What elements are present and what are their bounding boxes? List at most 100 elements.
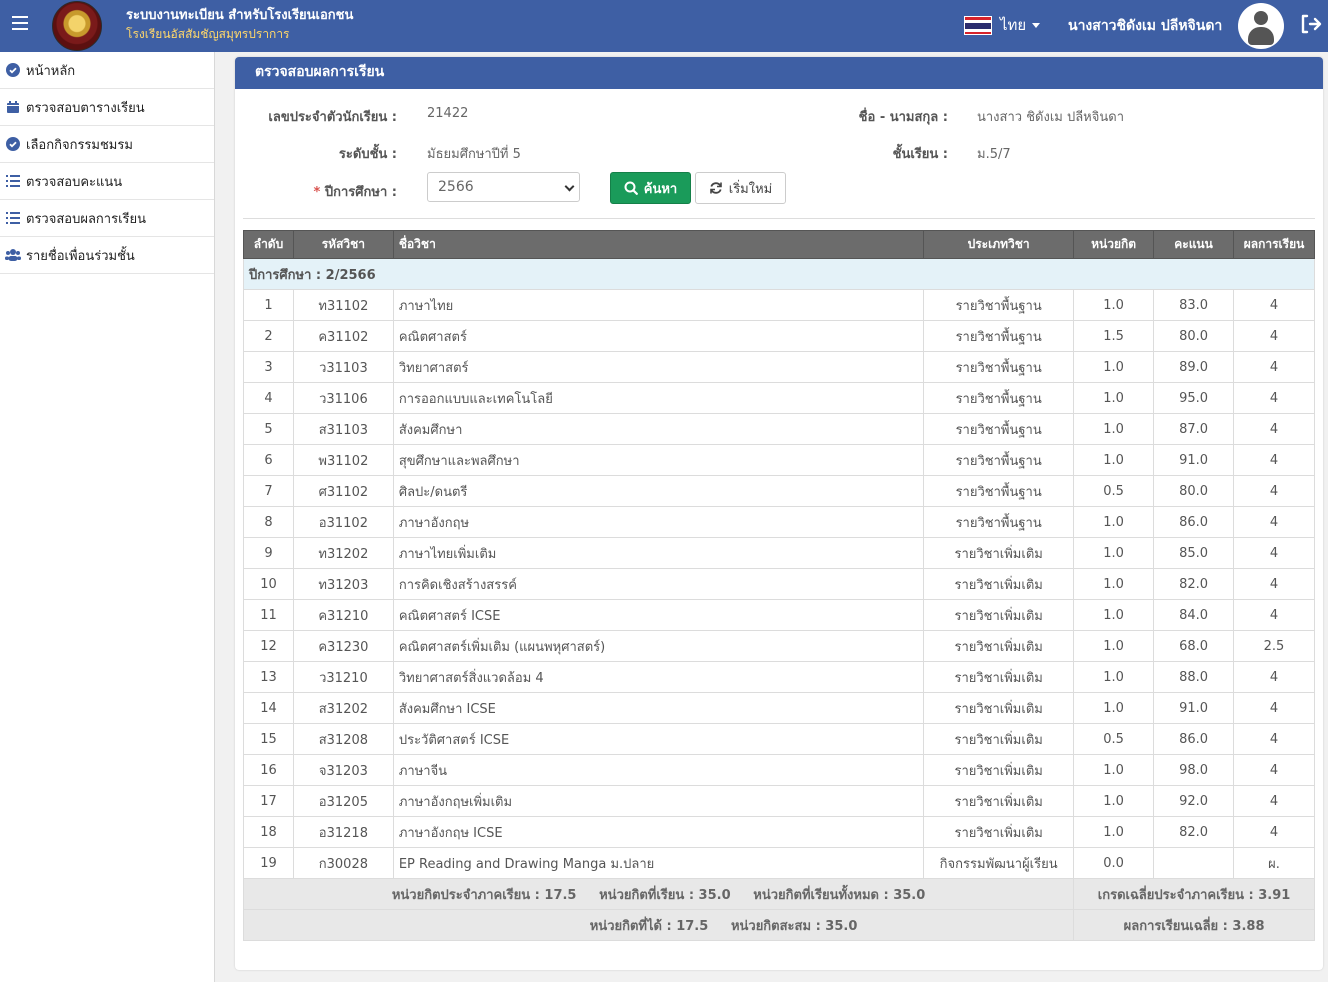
sidebar-item-label: เลือกกิจกรรมชมรม bbox=[26, 137, 133, 153]
table-header-row: ลำดับ รหัสวิชา ชื่อวิชา ประเภทวิชา หน่วย… bbox=[243, 230, 1315, 259]
row-index: 18 bbox=[243, 816, 294, 848]
refresh-icon bbox=[709, 182, 722, 194]
score: 82.0 bbox=[1153, 816, 1235, 848]
language-label: ไทย bbox=[1000, 16, 1027, 34]
grade: 2.5 bbox=[1233, 630, 1315, 662]
subject-type: รายวิชาพื้นฐาน bbox=[923, 444, 1075, 476]
credits: 1.0 bbox=[1073, 444, 1155, 476]
row-index: 14 bbox=[243, 692, 294, 724]
score: 80.0 bbox=[1153, 320, 1235, 352]
reset-button[interactable]: เริ่มใหม่ bbox=[695, 172, 786, 204]
sidebar-item-results[interactable]: ตรวจสอบผลการเรียน bbox=[0, 200, 214, 237]
subject-code: ค31210 bbox=[292, 599, 394, 631]
table-row: 14 ส31202 สังคมศึกษา ICSE รายวิชาเพิ่มเติม 1… bbox=[243, 692, 1315, 724]
grade: ผ. bbox=[1233, 847, 1315, 879]
sidebar-item-home[interactable]: หน้าหลัก bbox=[0, 52, 214, 89]
credits: 1.5 bbox=[1073, 320, 1155, 352]
subject-type: รายวิชาเพิ่มเติม bbox=[923, 568, 1075, 600]
sidebar-item-timetable[interactable]: ตรวจสอบตารางเรียน bbox=[0, 89, 214, 126]
user-name[interactable]: นางสาวชิดังเม ปลีหจินดา bbox=[1068, 15, 1222, 37]
subject-name: สังคมศึกษา ICSE bbox=[392, 692, 925, 724]
subject-code: ว31106 bbox=[292, 382, 394, 414]
sidebar-item-scores[interactable]: ตรวจสอบคะแนน bbox=[0, 163, 214, 200]
subject-code: ส31202 bbox=[292, 692, 394, 724]
credits: 1.0 bbox=[1073, 413, 1155, 445]
sidebar-item-classmates[interactable]: รายชื่อเพื่อนร่วมชั้น bbox=[0, 237, 214, 274]
table-row: 4 ว31106 การออกแบบและเทคโนโลยี รายวิชาพื้นฐ… bbox=[243, 382, 1315, 414]
table-row: 16 จ31203 ภาษาจีน รายวิชาเพิ่มเติม 1.0 98.0 4 bbox=[243, 754, 1315, 786]
grade: 4 bbox=[1233, 568, 1315, 600]
credits: 1.0 bbox=[1073, 630, 1155, 662]
sidebar-item-label: ตรวจสอบผลการเรียน bbox=[26, 211, 147, 227]
score: 91.0 bbox=[1153, 444, 1235, 476]
subject-name: คณิตศาสตร์ bbox=[392, 320, 925, 352]
row-index: 12 bbox=[243, 630, 294, 662]
subject-type: รายวิชาเพิ่มเติม bbox=[923, 816, 1075, 848]
subject-name: ประวัติศาสตร์ ICSE bbox=[392, 723, 925, 755]
column-header: ผลการเรียน bbox=[1233, 230, 1315, 259]
academic-year-value: 2566 bbox=[438, 179, 474, 195]
subject-type: รายวิชาพื้นฐาน bbox=[923, 475, 1075, 507]
subject-code: จ31203 bbox=[292, 754, 394, 786]
grade: 4 bbox=[1233, 816, 1315, 848]
divider bbox=[243, 218, 1315, 219]
year-label: * ปีการศึกษา : bbox=[257, 181, 397, 202]
grade: 4 bbox=[1233, 382, 1315, 414]
user-avatar[interactable] bbox=[1238, 3, 1284, 49]
level-value: มัธยมศึกษาปีที่ 5 bbox=[427, 147, 521, 162]
subject-code: อ31102 bbox=[292, 506, 394, 538]
subject-type: รายวิชาเพิ่มเติม bbox=[923, 599, 1075, 631]
subject-type: รายวิชาเพิ่มเติม bbox=[923, 537, 1075, 569]
score: 88.0 bbox=[1153, 661, 1235, 693]
summary-row: หน่วยกิตประจำภาคเรียน : 17.5 หน่วยกิตที่… bbox=[242, 878, 1315, 910]
search-button-label: ค้นหา bbox=[643, 181, 678, 197]
subject-name: ภาษาอังกฤษ ICSE bbox=[392, 816, 925, 848]
subject-name: คณิตศาสตร์ ICSE bbox=[392, 599, 925, 631]
column-header: คะแนน bbox=[1153, 230, 1235, 259]
grade: 4 bbox=[1233, 444, 1315, 476]
credits: 1.0 bbox=[1073, 816, 1155, 848]
score: 98.0 bbox=[1153, 754, 1235, 786]
subject-type: กิจกรรมพัฒนาผู้เรียน bbox=[923, 847, 1075, 879]
score: 85.0 bbox=[1153, 537, 1235, 569]
credits: 1.0 bbox=[1073, 661, 1155, 693]
subject-code: อ31205 bbox=[292, 785, 394, 817]
language-dropdown[interactable]: ไทย bbox=[964, 14, 1041, 36]
term-row: ปีการศึกษา : 2/2566 bbox=[243, 258, 1315, 290]
subject-type: รายวิชาพื้นฐาน bbox=[923, 289, 1075, 321]
sidebar-item-club[interactable]: เลือกกิจกรรมชมรม bbox=[0, 126, 214, 163]
calendar-icon bbox=[5, 99, 21, 115]
subject-name: EP Reading and Drawing Manga ม.ปลาย bbox=[392, 847, 925, 879]
term-gpa: เกรดเฉลี่ยประจำภาคเรียน : 3.91 bbox=[1073, 878, 1315, 910]
search-button[interactable]: ค้นหา bbox=[610, 172, 691, 204]
academic-year-select[interactable]: 2566 bbox=[427, 172, 580, 202]
score: 89.0 bbox=[1153, 351, 1235, 383]
grade: 4 bbox=[1233, 506, 1315, 538]
name-label: ชื่อ - นามสกุล : bbox=[858, 110, 948, 125]
grade: 4 bbox=[1233, 692, 1315, 724]
subject-type: รายวิชาพื้นฐาน bbox=[923, 413, 1075, 445]
row-index: 11 bbox=[243, 599, 294, 631]
grade: 4 bbox=[1233, 351, 1315, 383]
column-header: หน่วยกิต bbox=[1073, 230, 1155, 259]
score: 86.0 bbox=[1153, 723, 1235, 755]
subject-code: ส31208 bbox=[292, 723, 394, 755]
logout-icon[interactable] bbox=[1298, 12, 1322, 36]
credits: 1.0 bbox=[1073, 289, 1155, 321]
subject-code: ท31202 bbox=[292, 537, 394, 569]
row-index: 8 bbox=[243, 506, 294, 538]
credits: 1.0 bbox=[1073, 537, 1155, 569]
summary-credits-cell: หน่วยกิตประจำภาคเรียน : 17.5 หน่วยกิตที่… bbox=[242, 878, 1075, 910]
subject-name: ภาษาอังกฤษเพิ่มเติม bbox=[392, 785, 925, 817]
subject-name: ภาษาอังกฤษ bbox=[392, 506, 925, 538]
subject-code: ค31230 bbox=[292, 630, 394, 662]
hamburger-menu-icon[interactable] bbox=[12, 16, 28, 34]
row-index: 15 bbox=[243, 723, 294, 755]
table-row: 10 ท31203 การคิดเชิงสร้างสรรค์ รายวิชาเพิ่ม… bbox=[243, 568, 1315, 600]
table-row: 3 ว31103 วิทยาศาสตร์ รายวิชาพื้นฐาน 1.0 89.0 4 bbox=[243, 351, 1315, 383]
check-circle-icon bbox=[5, 136, 21, 152]
table-row: 13 ว31210 วิทยาศาสตร์สิ่งแวดล้อม 4 รายวิชาเ… bbox=[243, 661, 1315, 693]
column-header: ประเภทวิชา bbox=[923, 230, 1075, 259]
subject-name: สุขศึกษาและพลศึกษา bbox=[392, 444, 925, 476]
subject-name: ภาษาไทย bbox=[392, 289, 925, 321]
